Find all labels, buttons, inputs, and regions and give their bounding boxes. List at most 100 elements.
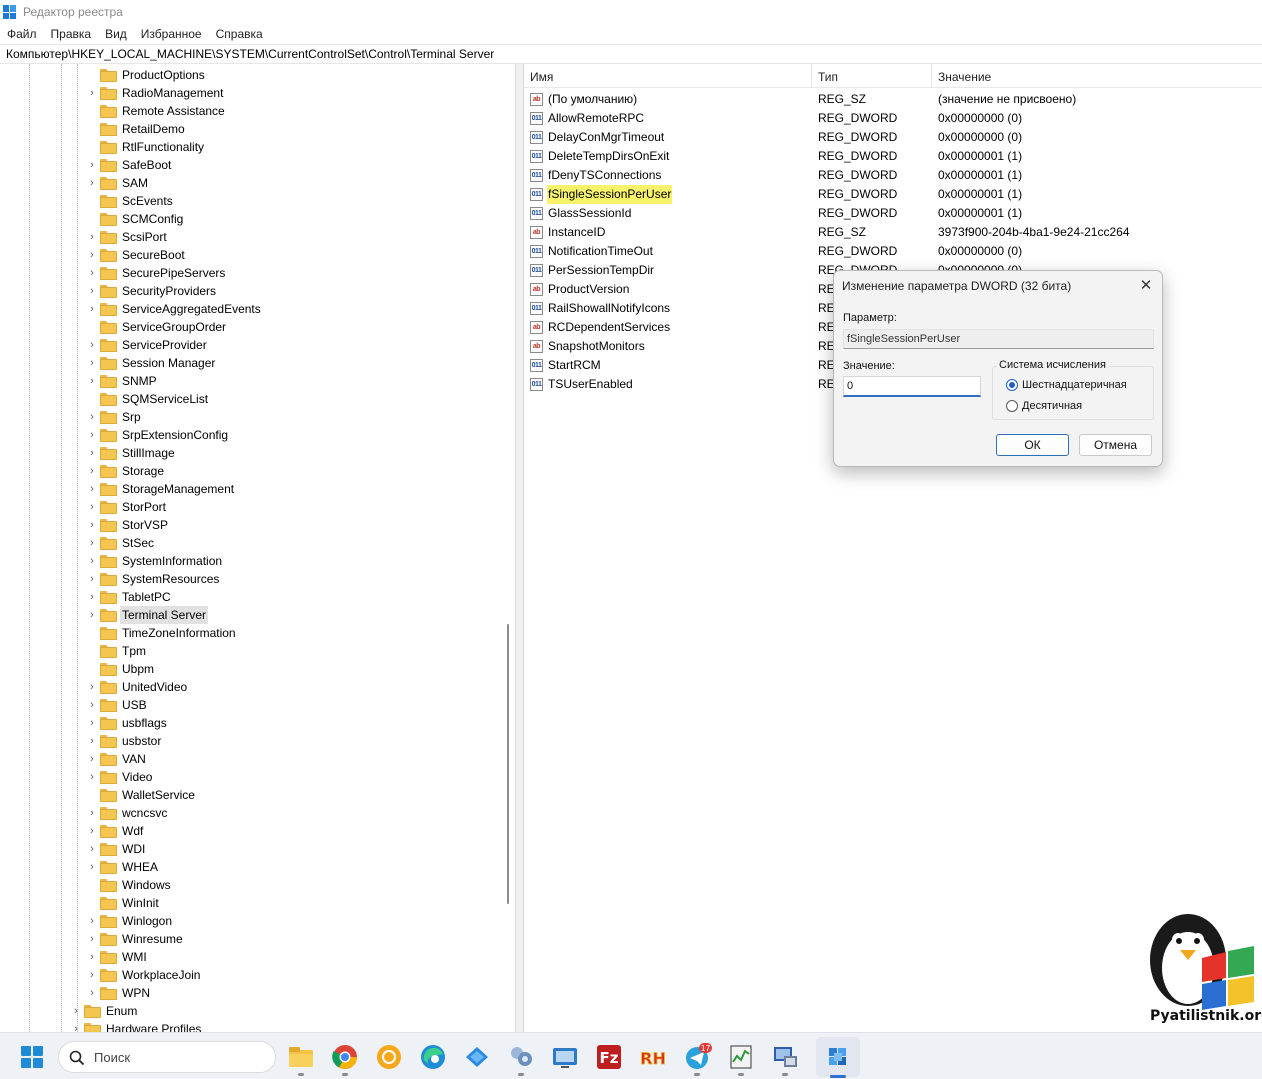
chevron-right-icon[interactable]: ›	[87, 552, 97, 570]
tree-item[interactable]: › RadioManagement	[0, 84, 500, 102]
radio-button[interactable]	[1006, 400, 1018, 412]
tree-item[interactable]: › ServiceAggregatedEvents	[0, 300, 500, 318]
tree-item[interactable]: › SecurityProviders	[0, 282, 500, 300]
chevron-right-icon[interactable]: ›	[87, 948, 97, 966]
chevron-right-icon[interactable]: ›	[87, 516, 97, 534]
tree-item[interactable]: › Winlogon	[0, 912, 500, 930]
tree-item[interactable]: › usbflags	[0, 714, 500, 732]
chevron-right-icon[interactable]: ›	[87, 354, 97, 372]
start-button[interactable]	[21, 1046, 43, 1068]
tree-item[interactable]: ProductOptions	[0, 66, 500, 84]
tree-item[interactable]: › SecurePipeServers	[0, 264, 500, 282]
chevron-right-icon[interactable]: ›	[87, 750, 97, 768]
filezilla-icon[interactable]: Fz	[594, 1042, 624, 1072]
task-manager-icon[interactable]	[726, 1042, 756, 1072]
chevron-right-icon[interactable]: ›	[87, 930, 97, 948]
tree-item[interactable]: › SNMP	[0, 372, 500, 390]
tree-item[interactable]: › StorPort	[0, 498, 500, 516]
remote-viewer-icon[interactable]	[550, 1042, 580, 1072]
tree-item[interactable]: SQMServiceList	[0, 390, 500, 408]
chevron-right-icon[interactable]: ›	[87, 156, 97, 174]
tree-item[interactable]: › SystemInformation	[0, 552, 500, 570]
tree-item[interactable]: › ScsiPort	[0, 228, 500, 246]
tree-item[interactable]: › StSec	[0, 534, 500, 552]
tree-item[interactable]: › WHEA	[0, 858, 500, 876]
tree-item[interactable]: ScEvents	[0, 192, 500, 210]
taskbar-search[interactable]: Поиск	[58, 1041, 276, 1073]
chevron-right-icon[interactable]: ›	[87, 984, 97, 1002]
tree-item[interactable]: TimeZoneInformation	[0, 624, 500, 642]
chevron-right-icon[interactable]: ›	[87, 246, 97, 264]
value-row[interactable]: 011 DelayConMgrTimeout REG_DWORD 0x00000000…	[524, 128, 1262, 147]
menu-help[interactable]: Справка	[209, 27, 270, 41]
value-row[interactable]: 011 fSingleSessionPerUser REG_DWORD 0x00000…	[524, 185, 1262, 204]
tree-item[interactable]: › UnitedVideo	[0, 678, 500, 696]
tree-item[interactable]: › Enum	[0, 1002, 500, 1020]
tree-item[interactable]: › VAN	[0, 750, 500, 768]
value-row[interactable]: 011 fDenyTSConnections REG_DWORD 0x00000001…	[524, 166, 1262, 185]
tree-item[interactable]: › Hardware Profiles	[0, 1020, 500, 1032]
chevron-right-icon[interactable]: ›	[87, 822, 97, 840]
chevron-right-icon[interactable]: ›	[87, 588, 97, 606]
chevron-right-icon[interactable]: ›	[87, 678, 97, 696]
chevron-right-icon[interactable]: ›	[87, 768, 97, 786]
chevron-right-icon[interactable]: ›	[87, 480, 97, 498]
network-tool-icon[interactable]	[506, 1042, 536, 1072]
tree-item[interactable]: › WMI	[0, 948, 500, 966]
tree-item[interactable]: › Wdf	[0, 822, 500, 840]
tree-item[interactable]: RtlFunctionality	[0, 138, 500, 156]
menu-favorites[interactable]: Избранное	[134, 27, 209, 41]
chevron-right-icon[interactable]: ›	[87, 408, 97, 426]
tree-item[interactable]: WalletService	[0, 786, 500, 804]
value-row[interactable]: ab (По умолчанию) REG_SZ (значение не присв…	[524, 90, 1262, 109]
radio-button-selected[interactable]	[1006, 379, 1018, 391]
close-icon[interactable]: ✕	[1136, 276, 1156, 296]
chevron-right-icon[interactable]: ›	[87, 714, 97, 732]
menu-view[interactable]: Вид	[98, 27, 134, 41]
chevron-right-icon[interactable]: ›	[87, 228, 97, 246]
radio-decimal[interactable]: Десятичная	[1006, 398, 1082, 414]
chevron-right-icon[interactable]: ›	[71, 1002, 81, 1020]
yandex-browser-icon[interactable]	[374, 1042, 404, 1072]
tree-item[interactable]: › usbstor	[0, 732, 500, 750]
chevron-right-icon[interactable]: ›	[87, 858, 97, 876]
menu-file[interactable]: Файл	[0, 27, 44, 41]
tree-item[interactable]: › WPN	[0, 984, 500, 1002]
tree-item[interactable]: WinInit	[0, 894, 500, 912]
value-row[interactable]: 011 GlassSessionId REG_DWORD 0x00000001 (1)	[524, 204, 1262, 223]
tree-item[interactable]: › WDI	[0, 840, 500, 858]
tree-item[interactable]: › USB	[0, 696, 500, 714]
registry-editor-taskbar-icon[interactable]	[823, 1042, 853, 1072]
tree-item[interactable]: RetailDemo	[0, 120, 500, 138]
tree-item[interactable]: › StorageManagement	[0, 480, 500, 498]
chevron-right-icon[interactable]: ›	[87, 804, 97, 822]
edge-icon[interactable]	[418, 1042, 448, 1072]
resource-hacker-icon[interactable]: RH	[638, 1042, 668, 1072]
chevron-right-icon[interactable]: ›	[87, 282, 97, 300]
tree-item[interactable]: › SafeBoot	[0, 156, 500, 174]
tree-item[interactable]: › wcncsvc	[0, 804, 500, 822]
chevron-right-icon[interactable]: ›	[87, 174, 97, 192]
tree-item[interactable]: Windows	[0, 876, 500, 894]
tree-item[interactable]: Tpm	[0, 642, 500, 660]
chevron-right-icon[interactable]: ›	[87, 534, 97, 552]
chevron-right-icon[interactable]: ›	[87, 444, 97, 462]
remote-connection-icon[interactable]	[770, 1042, 800, 1072]
value-row[interactable]: 011 DeleteTempDirsOnExit REG_DWORD 0x000000…	[524, 147, 1262, 166]
address-bar[interactable]: Компьютер\HKEY_LOCAL_MACHINE\SYSTEM\Curr…	[0, 44, 1262, 64]
tree-item[interactable]: Ubpm	[0, 660, 500, 678]
key-tree[interactable]: ProductOptions › RadioManagement Remote Ass…	[0, 64, 516, 1032]
tree-item[interactable]: › Session Manager	[0, 354, 500, 372]
radio-hexadecimal[interactable]: Шестнадцатеричная	[1006, 377, 1127, 393]
tree-item[interactable]: › Winresume	[0, 930, 500, 948]
remote-desktop-icon[interactable]	[462, 1042, 492, 1072]
chrome-icon[interactable]	[330, 1042, 360, 1072]
chevron-right-icon[interactable]: ›	[87, 372, 97, 390]
tree-item[interactable]: › SrpExtensionConfig	[0, 426, 500, 444]
column-name[interactable]: Имя	[524, 64, 553, 88]
value-input[interactable]: 0	[843, 376, 981, 397]
tree-item[interactable]: › SecureBoot	[0, 246, 500, 264]
chevron-right-icon[interactable]: ›	[87, 84, 97, 102]
chevron-right-icon[interactable]: ›	[87, 264, 97, 282]
tree-item[interactable]: › StorVSP	[0, 516, 500, 534]
